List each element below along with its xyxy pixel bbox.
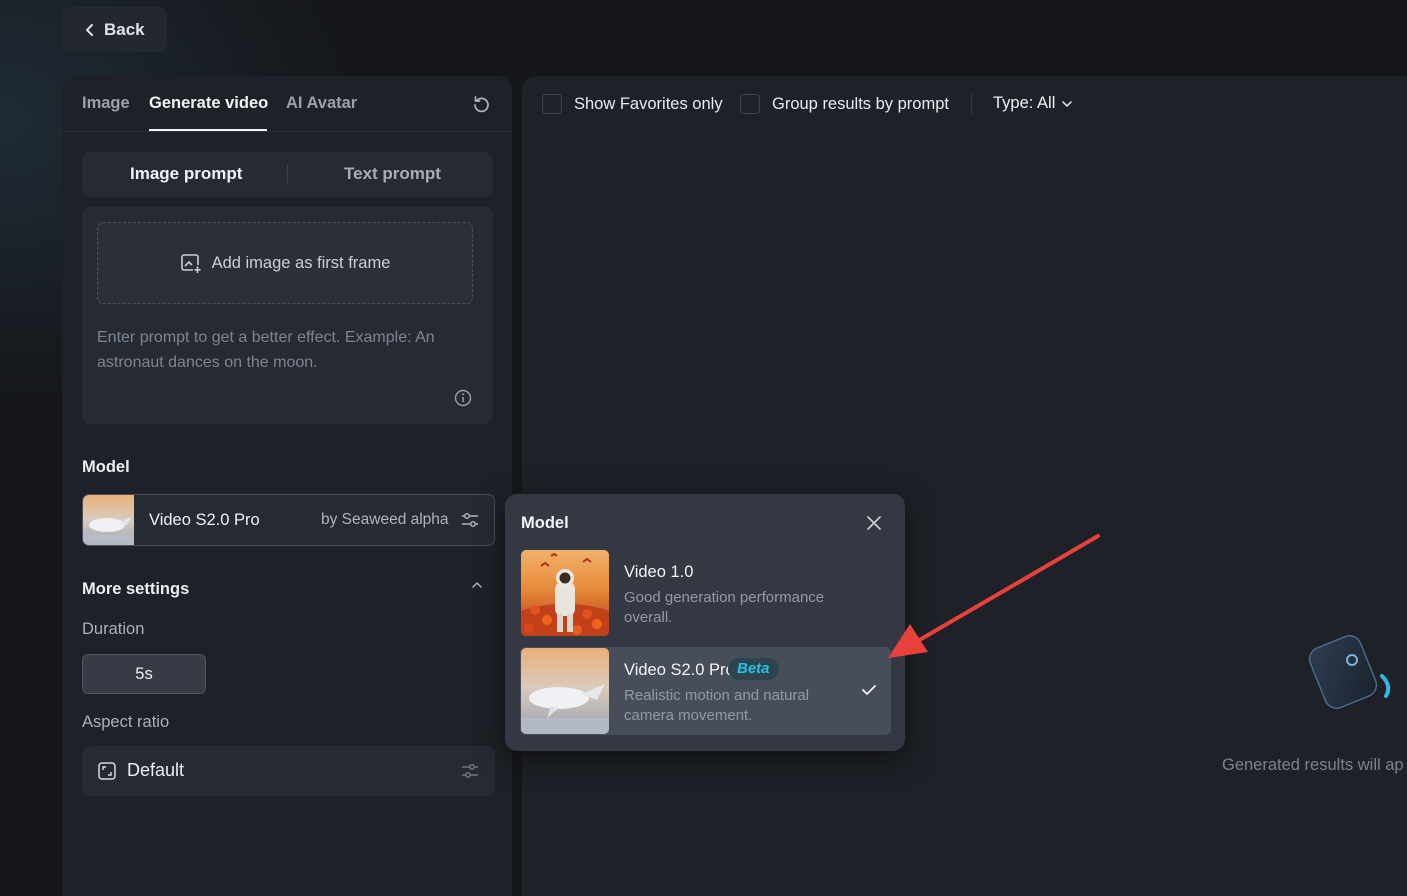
aspect-ratio-label: Aspect ratio — [82, 713, 170, 731]
group-by-prompt-toggle[interactable]: Group results by prompt — [740, 94, 949, 114]
beta-badge: Beta — [728, 658, 779, 680]
type-filter-dropdown[interactable]: Type: All — [993, 94, 1073, 113]
sliders-icon[interactable] — [460, 510, 480, 530]
mode-tabs: Image Generate video AI Avatar — [62, 76, 512, 132]
type-filter-label: Type: All — [993, 94, 1056, 112]
back-button[interactable]: Back — [62, 7, 167, 52]
prompt-mode-switch: Image prompt Text prompt — [82, 152, 493, 197]
selected-model-provider: by Seaweed alpha — [321, 511, 449, 528]
duration-label: Duration — [82, 620, 145, 638]
group-by-prompt-checkbox[interactable] — [740, 94, 760, 114]
prompt-box: Add image as first frame Enter prompt to… — [82, 207, 493, 424]
back-button-label: Back — [104, 19, 145, 39]
results-panel: Show Favorites only Group results by pro… — [522, 76, 1407, 896]
model-option-name: Video 1.0 — [624, 563, 694, 581]
aspect-ratio-selector[interactable]: Default — [82, 746, 495, 796]
model-option-name: Video S2.0 Pro — [624, 661, 735, 679]
info-icon[interactable] — [454, 389, 472, 407]
empty-results-illustration — [1308, 635, 1391, 709]
show-favorites-checkbox[interactable] — [542, 94, 562, 114]
active-tab-indicator — [149, 129, 267, 131]
filter-divider — [971, 94, 972, 114]
add-image-icon — [180, 254, 202, 274]
annotation-arrow — [888, 534, 1100, 658]
duration-5s-button[interactable]: 5s — [82, 654, 206, 694]
model-option-video-1-0[interactable]: Video 1.0 Good generation performance ov… — [520, 549, 891, 637]
model-option-description: Realistic motion and natural camera move… — [624, 687, 810, 724]
text-prompt-button[interactable]: Text prompt — [344, 164, 441, 184]
model-section-title: Model — [82, 458, 130, 476]
image-prompt-button[interactable]: Image prompt — [130, 164, 242, 184]
generation-panel: Image Generate video AI Avatar Image pro… — [62, 76, 512, 896]
switch-divider — [287, 165, 288, 183]
more-settings-title: More settings — [82, 580, 190, 598]
model-option-description: Good generation performance overall. — [624, 589, 825, 626]
show-favorites-toggle[interactable]: Show Favorites only — [542, 94, 723, 114]
model-selector[interactable]: Video S2.0 Pro by Seaweed alpha — [82, 494, 495, 546]
refresh-icon[interactable] — [470, 94, 492, 116]
add-image-label: Add image as first frame — [211, 253, 391, 272]
show-favorites-label: Show Favorites only — [574, 94, 723, 113]
popup-title: Model — [521, 514, 569, 532]
chevron-left-icon — [86, 23, 93, 36]
aspect-ratio-icon — [98, 762, 116, 780]
tab-generate-video[interactable]: Generate video — [149, 94, 268, 113]
group-by-prompt-label: Group results by prompt — [772, 94, 949, 113]
model-option-video-s2-0-pro[interactable]: Video S2.0 Pro Beta Realistic motion and… — [520, 647, 891, 735]
selected-model-name: Video S2.0 Pro — [149, 511, 260, 529]
model-option-thumbnail — [521, 550, 609, 636]
prompt-input[interactable]: Enter prompt to get a better effect. Exa… — [97, 325, 477, 375]
tab-image[interactable]: Image — [82, 94, 130, 113]
aspect-ratio-value: Default — [127, 760, 185, 780]
chevron-down-icon — [1062, 100, 1073, 107]
empty-results-text: Generated results will ap — [1222, 756, 1404, 774]
model-option-thumbnail — [521, 648, 609, 734]
add-image-button[interactable]: Add image as first frame — [97, 222, 473, 304]
model-thumbnail — [83, 495, 134, 545]
check-icon — [862, 685, 876, 695]
model-picker-popup: Model Video 1.0 Good generation performa… — [505, 494, 905, 751]
tab-ai-avatar[interactable]: AI Avatar — [286, 94, 357, 113]
sliders-icon[interactable] — [460, 762, 480, 780]
chevron-up-icon[interactable] — [470, 580, 484, 590]
